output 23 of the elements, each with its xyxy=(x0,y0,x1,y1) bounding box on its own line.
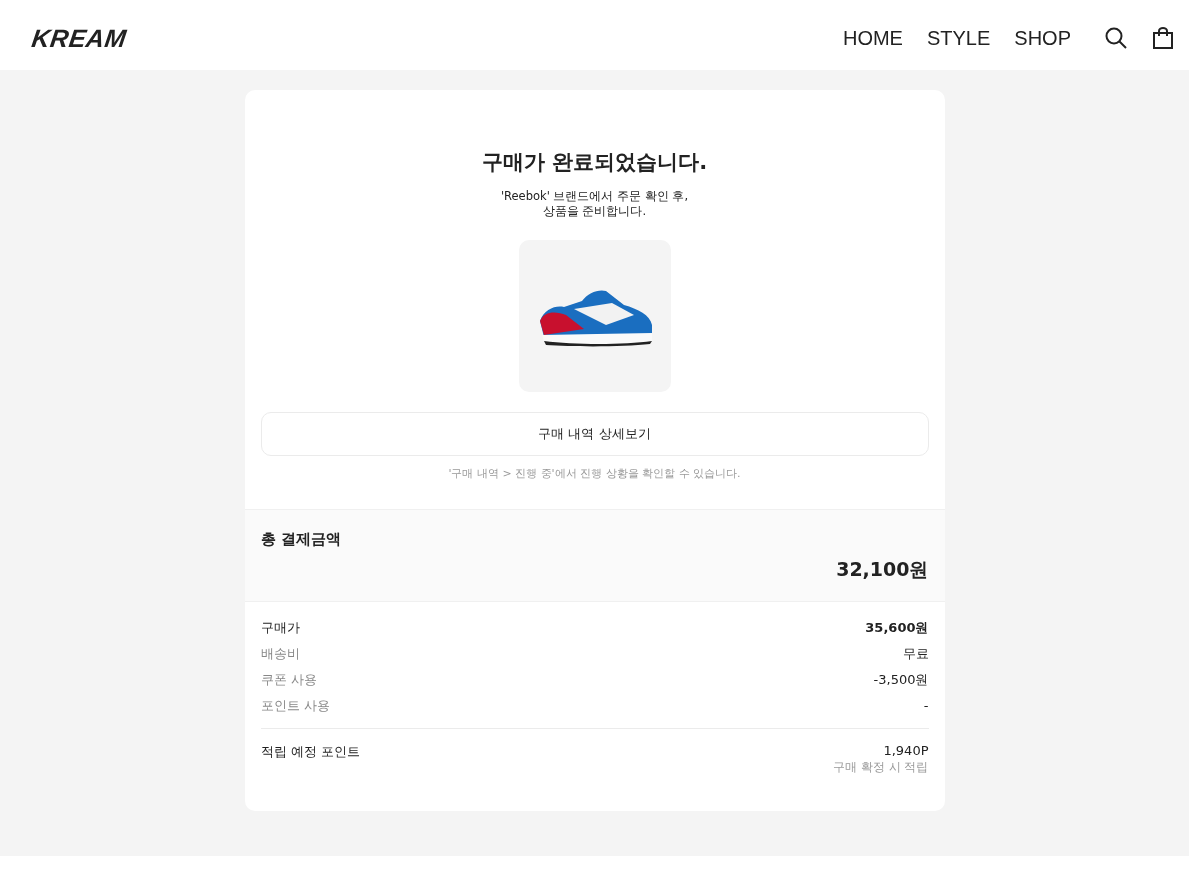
points-value: 1,940P xyxy=(883,743,929,758)
completion-title: 구매가 완료되었습니다. xyxy=(481,149,708,176)
price-label: 배송비 xyxy=(260,645,300,663)
total-payment-amount: 32,100원 xyxy=(836,557,929,582)
nav-link[interactable]: HOME xyxy=(842,26,903,50)
progress-note: '구매 내역 > 진행 중'에서 진행 상황을 확인할 수 있습니다. xyxy=(448,466,741,481)
search-icon[interactable] xyxy=(1105,27,1127,49)
price-label: 포인트 사용 xyxy=(260,697,330,715)
points-note: 구매 확정 시 적립 xyxy=(833,759,929,776)
points-label: 적립 예정 포인트 xyxy=(260,743,360,761)
nav-link[interactable]: STYLE xyxy=(926,26,991,50)
price-label: 쿠폰 사용 xyxy=(260,671,317,689)
kream-logo[interactable]: KREAM xyxy=(29,23,129,53)
price-value: -3,500원 xyxy=(873,671,929,689)
price-value: 무료 xyxy=(902,645,929,663)
total-payment-label: 총 결제금액 xyxy=(260,530,342,549)
shopping-bag-icon[interactable] xyxy=(1153,27,1173,49)
price-label: 구매가 xyxy=(260,619,300,637)
price-value: 35,600원 xyxy=(865,619,929,637)
completion-message: 'Reebok' 브랜드에서 주문 확인 후, 상품을 준비합니다. xyxy=(500,189,689,219)
price-value: - xyxy=(923,697,929,715)
purchase-details-button[interactable]: 구매 내역 상세보기 xyxy=(260,412,929,456)
nav-link[interactable]: SHOP xyxy=(1014,26,1071,50)
